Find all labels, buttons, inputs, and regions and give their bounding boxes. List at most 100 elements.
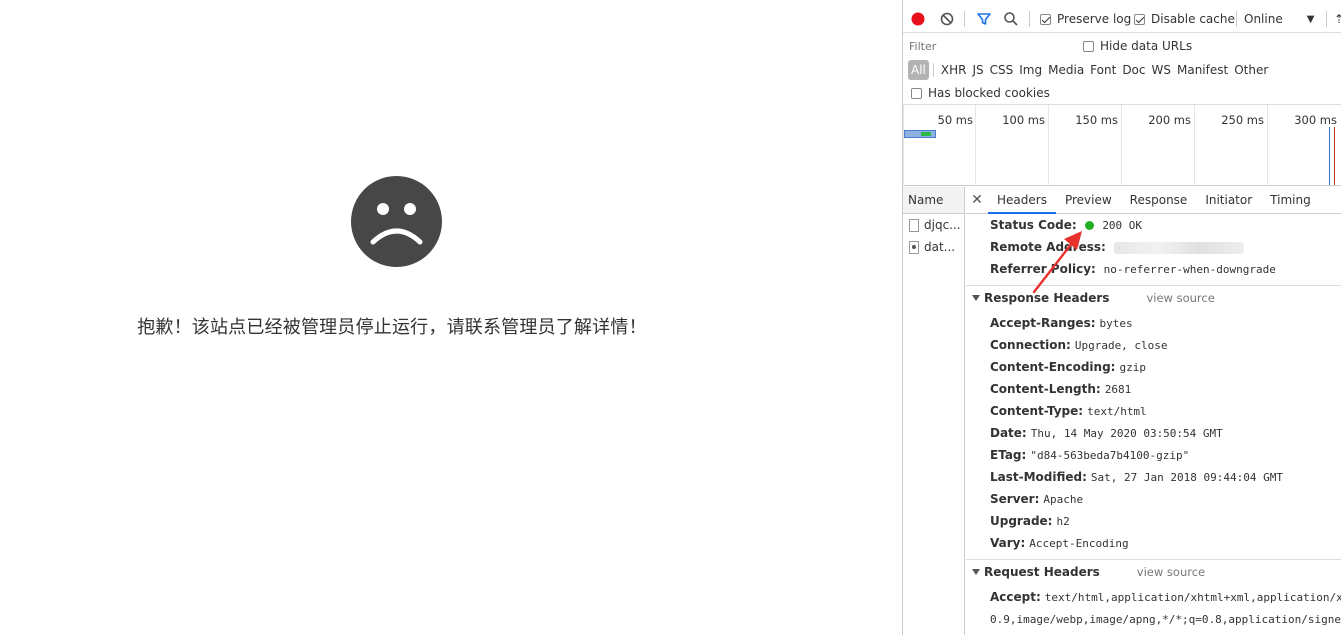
header-value: bytes: [1099, 317, 1133, 330]
resource-type-filters: All XHR JS CSS Img Media Font Doc WS Man…: [903, 58, 1341, 82]
toolbar-divider: [1326, 11, 1327, 27]
type-filter-manifest[interactable]: Manifest: [1174, 60, 1231, 80]
header-key: Connection:: [990, 338, 1071, 352]
detail-tabs: ✕ Headers Preview Response Initiator Tim…: [966, 187, 1341, 214]
response-header-row: Date: Thu, 14 May 2020 03:50:54 GMT: [990, 426, 1223, 440]
header-key: Content-Encoding:: [990, 360, 1116, 374]
sad-face-icon: [351, 176, 442, 267]
response-header-row: Vary: Accept-Encoding: [990, 536, 1129, 550]
has-blocked-cookies-label: Has blocked cookies: [928, 86, 1050, 100]
response-headers-section[interactable]: Response Headers view source: [966, 285, 1341, 309]
search-button[interactable]: [1003, 5, 1019, 33]
toolbar-divider: [1029, 11, 1030, 27]
type-filter-img[interactable]: Img: [1016, 60, 1045, 80]
dom-content-loaded-marker: [1329, 127, 1330, 185]
checkbox-box[interactable]: [1083, 40, 1094, 52]
type-filter-xhr[interactable]: XHR: [938, 60, 970, 80]
request-headers-section[interactable]: Request Headers view source: [966, 559, 1341, 583]
header-value: gzip: [1119, 361, 1146, 374]
type-divider: [932, 63, 934, 77]
header-key: Content-Type:: [990, 404, 1084, 418]
response-header-row: Last-Modified: Sat, 27 Jan 2018 09:44:04 …: [990, 470, 1283, 484]
header-value: 0.9,image/webp,image/apng,*/*;q=0.8,appl…: [990, 613, 1341, 626]
view-source-link[interactable]: view source: [1137, 565, 1205, 579]
name-column-header[interactable]: Name: [903, 187, 964, 214]
view-source-link[interactable]: view source: [1146, 291, 1214, 305]
type-filter-js[interactable]: JS: [969, 60, 986, 80]
has-blocked-cookies-checkbox[interactable]: Has blocked cookies: [903, 83, 1341, 103]
record-button[interactable]: [910, 5, 926, 33]
timeline-tick-label: 100 ms: [1002, 113, 1045, 127]
timeline-tick-label: 50 ms: [937, 113, 973, 127]
request-row[interactable]: dat...: [903, 236, 964, 258]
filter-toggle-button[interactable]: [976, 5, 992, 33]
hide-data-urls-checkbox[interactable]: Hide data URLs: [1083, 34, 1192, 58]
response-header-row: Connection: Upgrade, close: [990, 338, 1168, 352]
type-filter-all[interactable]: All: [908, 60, 929, 80]
toolbar-divider: [964, 11, 965, 27]
block-icon: [940, 12, 954, 26]
type-filter-font[interactable]: Font: [1087, 60, 1119, 80]
network-toolbar: Preserve log Disable cache Online ▼ ⇡: [903, 5, 1341, 33]
header-key: Upgrade:: [990, 514, 1053, 528]
timeline-tick-label: 300 ms: [1294, 113, 1337, 127]
data-file-icon: [909, 240, 919, 254]
header-value: no-referrer-when-downgrade: [1103, 263, 1276, 276]
preserve-log-checkbox[interactable]: Preserve log: [1040, 5, 1131, 33]
checkbox-box[interactable]: [911, 87, 922, 99]
filter-input[interactable]: [907, 36, 1071, 56]
header-value: 2681: [1104, 383, 1132, 396]
response-header-row: Upgrade: h2: [990, 514, 1070, 528]
disable-cache-label: Disable cache: [1151, 12, 1235, 26]
header-value: Accept-Encoding: [1029, 537, 1129, 550]
header-key: Date:: [990, 426, 1027, 440]
checkbox-box[interactable]: [1134, 13, 1145, 25]
type-filter-doc[interactable]: Doc: [1119, 60, 1148, 80]
header-key: ETag:: [990, 448, 1027, 462]
request-name: djqc...: [924, 218, 961, 232]
header-value: Sat, 27 Jan 2018 09:44:04 GMT: [1090, 471, 1283, 484]
type-filter-ws[interactable]: WS: [1149, 60, 1174, 80]
load-event-marker: [1334, 127, 1335, 185]
section-title: Request Headers: [984, 564, 1100, 579]
search-icon: [1004, 12, 1018, 26]
error-page: 抱歉！该站点已经被管理员停止运行，请联系管理员了解详情！: [0, 0, 902, 635]
timeline-tick-label: 150 ms: [1075, 113, 1118, 127]
toolbar-divider: [1236, 11, 1237, 27]
header-value: text/html,application/xhtml+xml,applicat…: [1044, 591, 1341, 604]
response-header-row: Content-Type: text/html: [990, 404, 1147, 418]
redacted-value: [1113, 241, 1244, 254]
request-row[interactable]: djqc...: [903, 214, 964, 236]
header-value: "d84-563beda7b4100-gzip": [1030, 449, 1190, 462]
tab-timing[interactable]: Timing: [1261, 187, 1320, 214]
filter-icon: [977, 13, 991, 25]
import-har-button[interactable]: ⇡: [1334, 5, 1341, 33]
status-code-value: 200 OK: [1102, 219, 1143, 232]
timeline-tick-label: 250 ms: [1221, 113, 1264, 127]
type-filter-other[interactable]: Other: [1231, 60, 1271, 80]
header-value: Apache: [1043, 493, 1084, 506]
throttling-select[interactable]: Online ▼: [1244, 5, 1324, 33]
header-key: Vary:: [990, 536, 1026, 550]
disable-cache-checkbox[interactable]: Disable cache: [1134, 5, 1235, 33]
throttling-value: Online: [1244, 12, 1283, 26]
triangle-down-icon: [972, 568, 980, 575]
checkbox-box[interactable]: [1040, 13, 1051, 25]
devtools-network-panel: Preserve log Disable cache Online ▼ ⇡ Hi…: [902, 0, 1341, 635]
header-key: Accept:: [990, 590, 1041, 604]
document-icon: [909, 218, 919, 232]
type-filter-css[interactable]: CSS: [987, 60, 1017, 80]
hide-data-urls-label: Hide data URLs: [1100, 39, 1193, 53]
header-value: text/html: [1087, 405, 1147, 418]
close-icon[interactable]: ✕: [966, 192, 988, 208]
tab-initiator[interactable]: Initiator: [1196, 187, 1261, 214]
timeline-overview[interactable]: 50 ms 100 ms 150 ms 200 ms 250 ms 300 ms: [903, 104, 1341, 186]
tab-headers[interactable]: Headers: [988, 187, 1056, 214]
tab-response[interactable]: Response: [1121, 187, 1197, 214]
header-key: Server:: [990, 492, 1040, 506]
clear-button[interactable]: [939, 5, 955, 33]
tab-preview[interactable]: Preview: [1056, 187, 1121, 214]
response-header-row: Content-Encoding: gzip: [990, 360, 1146, 374]
type-filter-media[interactable]: Media: [1045, 60, 1087, 80]
request-detail-panel: ✕ Headers Preview Response Initiator Tim…: [966, 187, 1341, 635]
